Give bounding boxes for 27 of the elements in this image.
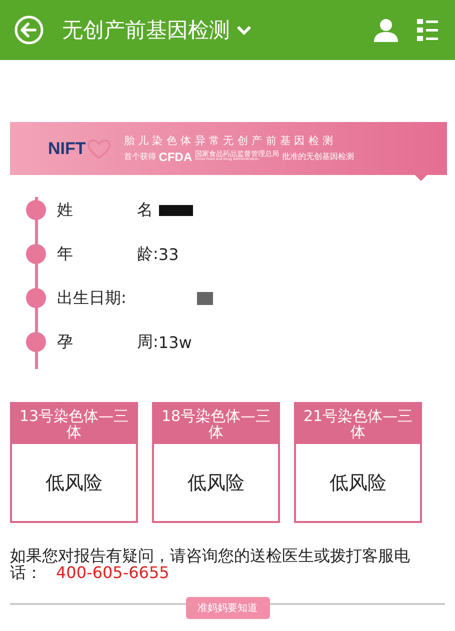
field-label: 周:: [137, 332, 158, 352]
heart-icon: [86, 138, 112, 160]
risk-result: 低风险: [330, 470, 386, 496]
pointer-arrow: [415, 175, 427, 181]
section-ribbon: 准妈妈要知道: [186, 597, 270, 619]
field-label: 龄:: [137, 244, 158, 264]
banner-headline: 胎儿染色体异常无创产前基因检测: [124, 134, 338, 148]
chromosome-title: 13号染色体—三体: [19, 407, 129, 441]
phone-link[interactable]: 400-605-6655: [56, 563, 170, 582]
risk-result: 低风险: [46, 470, 102, 496]
chromosome-title: 21号染色体—三体: [303, 407, 413, 441]
risk-result: 低风险: [188, 470, 244, 496]
field-value: 13w: [158, 332, 192, 352]
field-label: 年: [57, 244, 74, 264]
banner-text: 批准的无创基因检测: [282, 151, 354, 162]
field-label: 出生日期:: [57, 288, 128, 308]
chromosome-title: 18号染色体—三体: [161, 407, 271, 441]
contact-notice: 如果您对报告有疑问，请咨询您的送检医生或拨打客服电话： 400-605-6655: [10, 547, 411, 581]
field-label: 姓: [57, 200, 74, 220]
title-dropdown[interactable]: 无创产前基因检测: [56, 16, 258, 44]
logo-text: NIFT: [48, 138, 86, 158]
chevron-down-icon: [236, 24, 252, 36]
field-label: 名: [137, 200, 153, 220]
field-label: 孕: [57, 332, 74, 352]
field-value: 33: [158, 244, 179, 264]
cfda-logo-text: CFDA: [158, 150, 192, 164]
banner-text: 首个获得: [124, 151, 156, 162]
